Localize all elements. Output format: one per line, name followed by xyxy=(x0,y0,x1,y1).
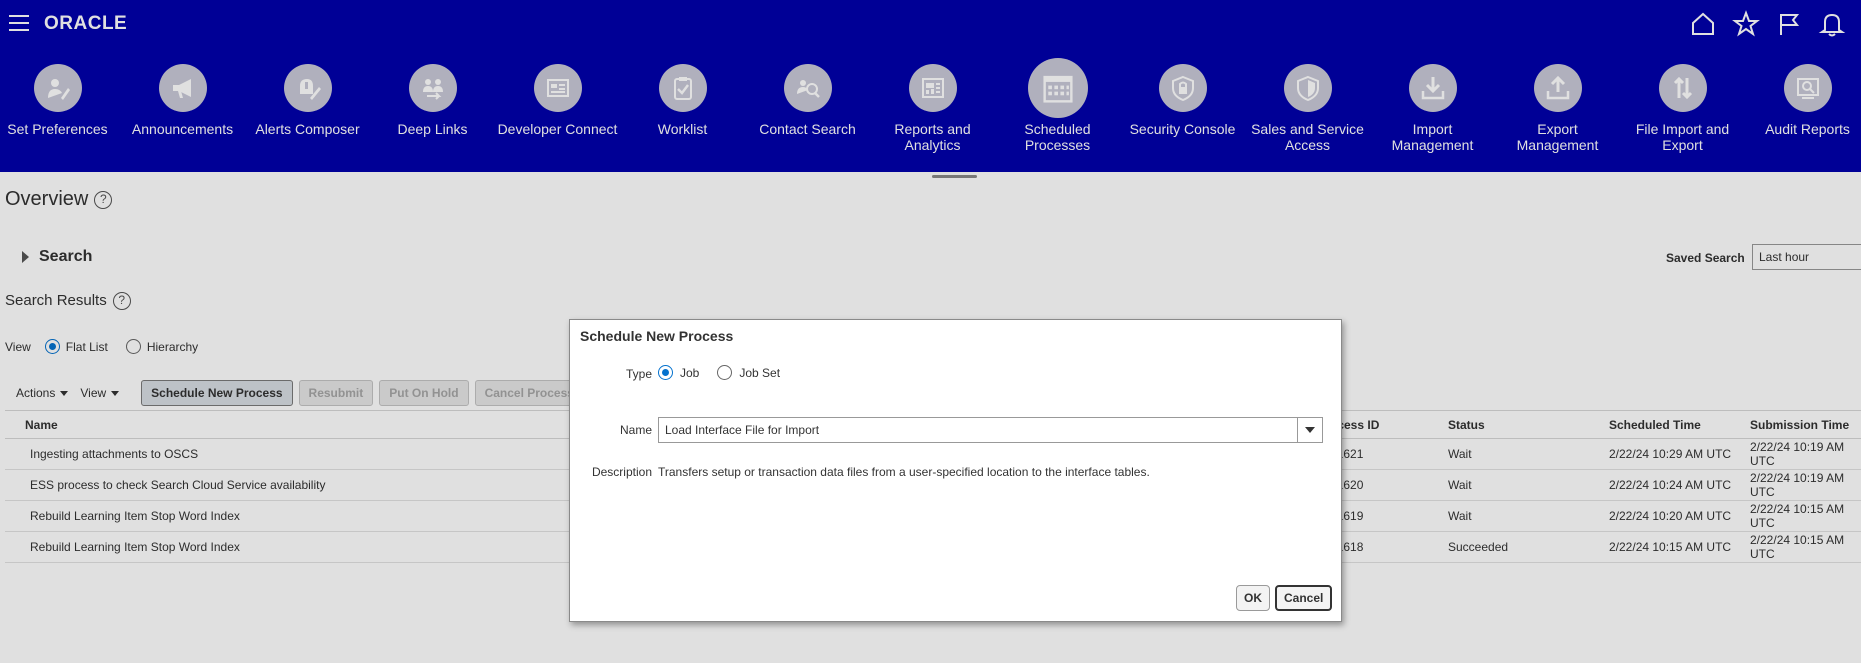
type-label: Type xyxy=(625,367,652,381)
name-dropdown-button[interactable] xyxy=(1297,417,1323,443)
dialog-title: Schedule New Process xyxy=(580,328,734,344)
name-combobox-input[interactable]: Load Interface File for Import xyxy=(658,417,1323,443)
ok-button[interactable]: OK xyxy=(1236,585,1270,611)
description-text: Transfers setup or transaction data file… xyxy=(658,465,1150,479)
job-set-radio-label: Job Set xyxy=(739,365,781,380)
job-radio[interactable] xyxy=(658,365,673,380)
cancel-button[interactable]: Cancel xyxy=(1275,585,1333,611)
job-set-radio[interactable] xyxy=(717,365,733,380)
schedule-new-process-dialog: Schedule New Process Type Job Job Set Na… xyxy=(569,319,1342,622)
job-radio-label: Job xyxy=(680,365,700,380)
caret-down-icon xyxy=(1305,427,1315,433)
type-radio-group: Job Job Set xyxy=(658,365,780,380)
description-label: Description xyxy=(591,465,652,479)
name-label: Name xyxy=(619,423,652,437)
